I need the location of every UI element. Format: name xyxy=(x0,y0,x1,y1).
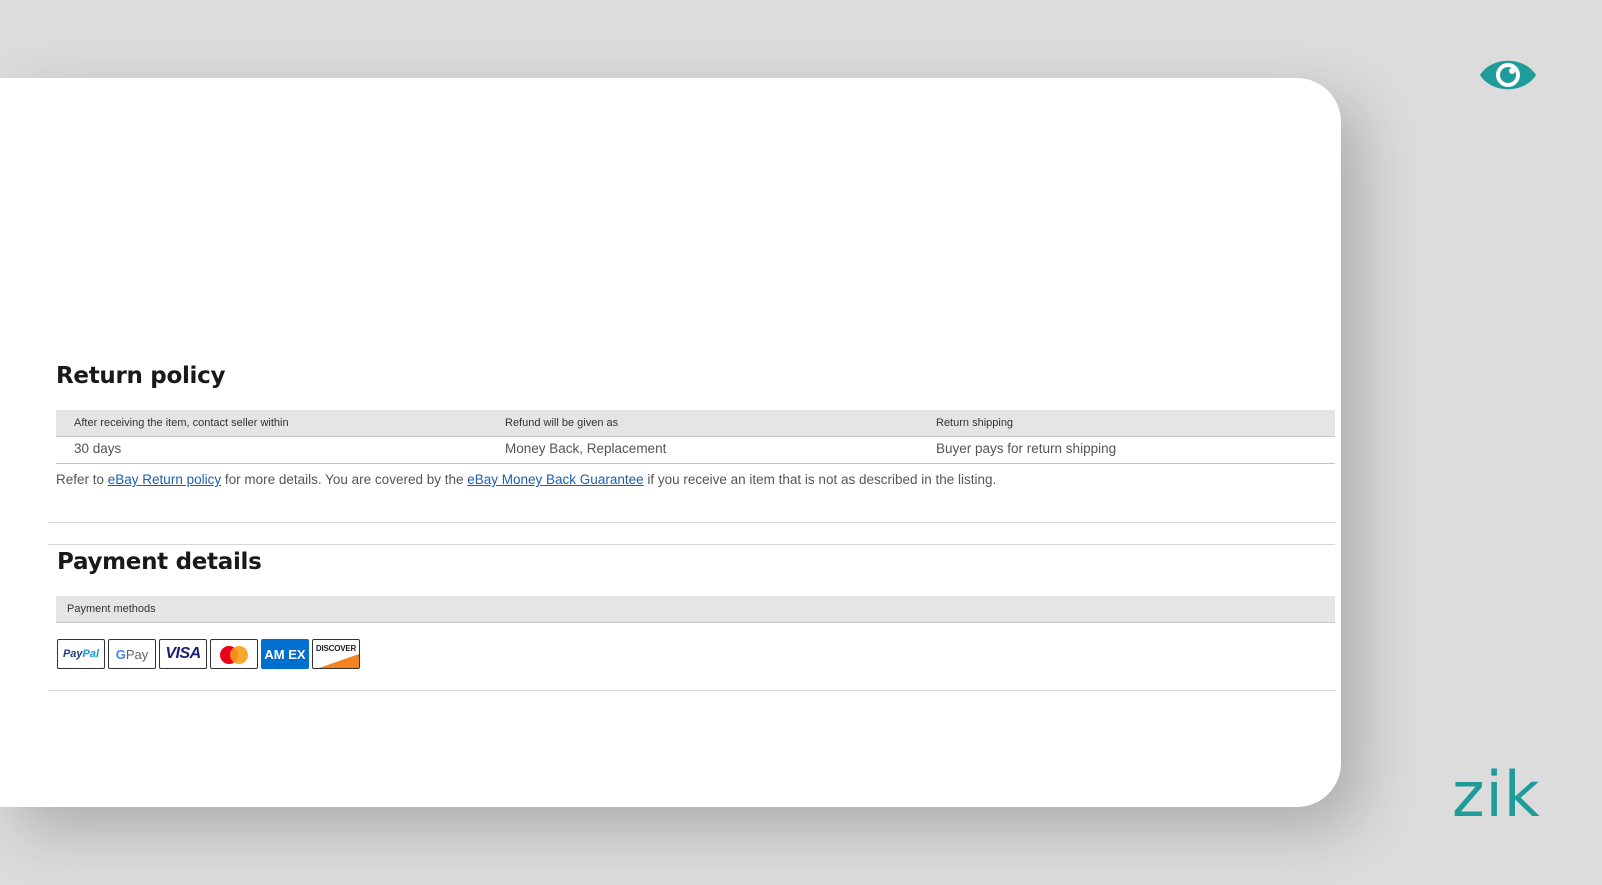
paypal-text-pal: Pal xyxy=(82,648,100,660)
mastercard-yellow-circle xyxy=(230,646,248,664)
money-back-guarantee-link[interactable]: eBay Money Back Guarantee xyxy=(467,472,643,487)
header-contact-within: After receiving the item, contact seller… xyxy=(74,417,289,429)
paypal-text-pay: Pay xyxy=(62,648,83,660)
payment-methods-label: Payment methods xyxy=(67,603,156,615)
section-divider xyxy=(48,522,1335,523)
discover-swoosh xyxy=(319,654,359,668)
note-suffix: if you receive an item that is not as de… xyxy=(643,472,997,487)
discover-text: DISCOVER xyxy=(315,644,357,653)
note-prefix: Refer to xyxy=(56,472,108,487)
google-pay-icon: G Pay xyxy=(108,639,156,669)
visa-icon: VISA xyxy=(159,639,207,669)
google-pay-text: Pay xyxy=(125,646,149,662)
value-contact-within: 30 days xyxy=(74,441,122,456)
brand-wordmark: zik xyxy=(1452,758,1541,831)
return-policy-table-header: After receiving the item, contact seller… xyxy=(56,410,1335,437)
amex-text: AM EX xyxy=(264,646,306,662)
return-policy-note: Refer to eBay Return policy for more det… xyxy=(56,472,996,487)
payment-method-icons: Pay Pal G Pay VISA AM EX DISCOVER xyxy=(57,639,360,669)
value-refund-type: Money Back, Replacement xyxy=(505,441,667,456)
header-return-shipping: Return shipping xyxy=(936,417,1014,429)
payment-methods-header: Payment methods xyxy=(56,596,1335,623)
return-policy-row: 30 days Money Back, Replacement Buyer pa… xyxy=(56,437,1335,464)
visa-text: VISA xyxy=(165,645,201,662)
paypal-icon: Pay Pal xyxy=(57,639,105,669)
mastercard-icon xyxy=(210,639,258,669)
return-policy-title: Return policy xyxy=(56,363,226,389)
listing-card: Return policy After receiving the item, … xyxy=(0,78,1341,807)
note-middle: for more details. You are covered by the xyxy=(221,472,468,487)
amex-icon: AM EX xyxy=(261,639,309,669)
section-divider xyxy=(48,690,1335,691)
google-g-letter: G xyxy=(115,646,126,662)
section-divider xyxy=(48,544,1335,545)
eye-icon xyxy=(1480,60,1536,90)
ebay-return-policy-link[interactable]: eBay Return policy xyxy=(108,472,221,487)
header-refund-type: Refund will be given as xyxy=(505,417,619,429)
discover-icon: DISCOVER xyxy=(312,639,360,669)
value-return-shipping: Buyer pays for return shipping xyxy=(936,441,1117,456)
payment-details-title: Payment details xyxy=(57,549,262,575)
